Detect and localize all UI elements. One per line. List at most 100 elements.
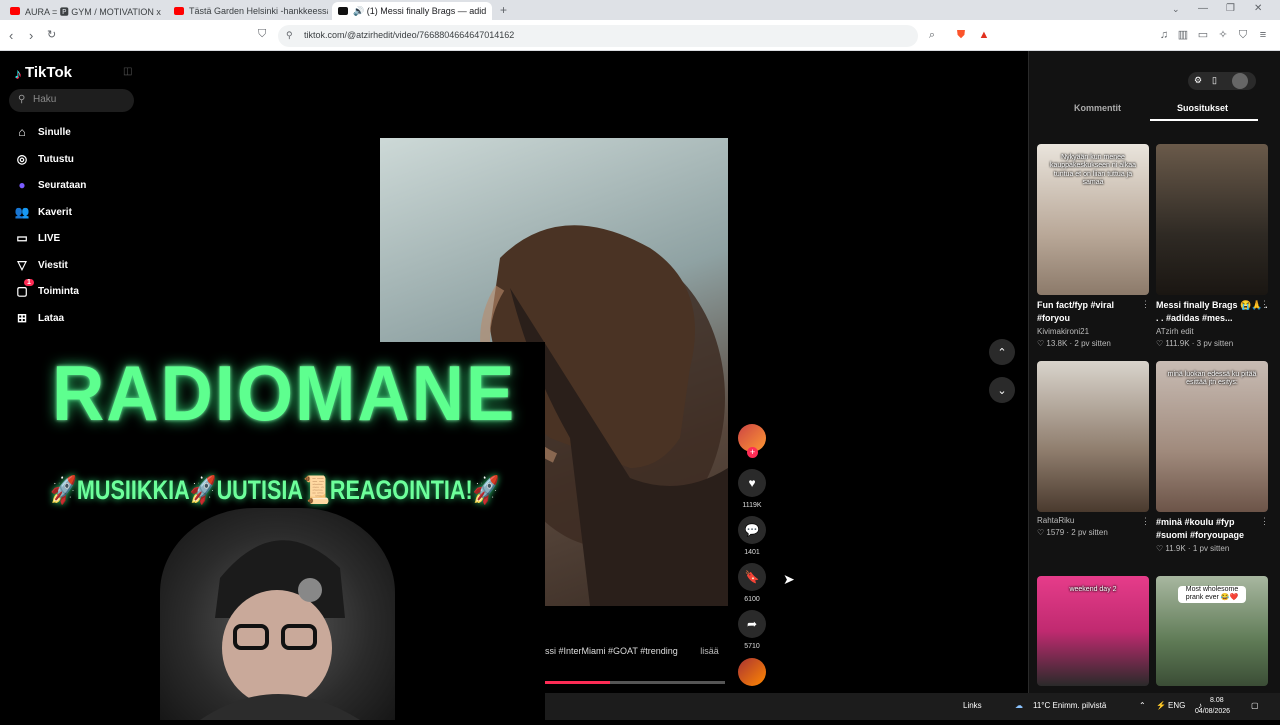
- more-options-icon[interactable]: ⋮: [1260, 299, 1269, 310]
- network-icon[interactable]: ⚡: [1156, 701, 1166, 710]
- brave-shield-icon[interactable]: ⛊: [955, 29, 967, 41]
- close-tab-icon[interactable]: ✕: [491, 6, 492, 17]
- search-icon: ⚲: [18, 94, 26, 105]
- more-options-icon[interactable]: ⋮: [1141, 299, 1150, 310]
- recommended-video-caption[interactable]: #minä #koulu #fyp #suomi #foryoupage: [1156, 516, 1268, 541]
- vpn-icon[interactable]: ⛉: [1237, 29, 1249, 41]
- recommended-video-thumbnail[interactable]: Most wholesome prank ever 😂❤️: [1156, 576, 1268, 686]
- extensions-icon[interactable]: ✧: [1217, 29, 1229, 41]
- back-icon[interactable]: ‹: [9, 28, 13, 43]
- site-info-icon[interactable]: ⚲: [286, 30, 293, 41]
- links-toolbar[interactable]: Links: [963, 701, 982, 710]
- previous-video-button[interactable]: ⌃: [989, 339, 1015, 365]
- recommended-video-thumbnail[interactable]: weekend day 2: [1037, 576, 1149, 686]
- tab-group-icon[interactable]: ▭: [1197, 29, 1209, 41]
- sidebar-item-label: Kaverit: [38, 206, 72, 218]
- settings-icon[interactable]: ⚙: [1194, 75, 1202, 86]
- next-video-button[interactable]: ⌄: [989, 377, 1015, 403]
- sidebar-item-label: LIVE: [38, 232, 61, 244]
- recommended-video-thumbnail[interactable]: Nykyään kun menee kauppakeskukseen ni al…: [1037, 144, 1149, 295]
- sidebar-item-lataa[interactable]: ⊞ Lataa: [14, 308, 64, 328]
- share-button[interactable]: ➦: [738, 610, 766, 638]
- sidebar-item-toiminta[interactable]: ▢ Toiminta 1: [14, 279, 79, 301]
- more-options-icon[interactable]: ⋮: [1141, 516, 1150, 527]
- following-avatar-icon: ●: [18, 178, 26, 192]
- browser-tab-active[interactable]: 🔊 (1) Messi finally Brags — adid ✕: [332, 2, 492, 20]
- caption-more-link[interactable]: lisää: [700, 646, 719, 656]
- sidebar-item-label: Viestit: [38, 259, 68, 271]
- language-indicator[interactable]: ENG: [1168, 701, 1185, 710]
- clock-date[interactable]: 04/08/2026: [1195, 708, 1230, 715]
- recommended-video-author[interactable]: ATzirh edit: [1156, 327, 1194, 336]
- more-options-icon[interactable]: ⋮: [1260, 516, 1269, 527]
- address-bar[interactable]: ⚲ tiktok.com/@atzirhedit/video/766880466…: [278, 25, 918, 47]
- recommended-video-author[interactable]: Kivimakironi21: [1037, 327, 1089, 336]
- music-disc-icon[interactable]: [738, 658, 766, 686]
- streamer-webcam: [160, 508, 395, 720]
- sidebar-item-tutustu[interactable]: ◎ Tutustu: [14, 149, 74, 169]
- close-window-icon[interactable]: ✕: [1254, 3, 1262, 14]
- recommended-video-thumbnail[interactable]: minä luokan edessä ku pitää esittää jtn …: [1156, 361, 1268, 512]
- like-count: 1119K: [742, 502, 762, 509]
- weather-text[interactable]: 11°C Enimm. pilvistä: [1033, 701, 1106, 710]
- search-input[interactable]: ⚲ Haku: [9, 89, 134, 112]
- like-button[interactable]: ♥: [738, 469, 766, 497]
- new-tab-button[interactable]: +: [500, 3, 507, 17]
- forward-icon[interactable]: ›: [29, 28, 33, 43]
- save-button[interactable]: 🔖: [738, 563, 766, 591]
- youtube-favicon-icon: [10, 7, 20, 15]
- collapse-sidebar-icon[interactable]: ◫: [123, 66, 132, 77]
- phone-icon[interactable]: ▯: [1212, 75, 1217, 86]
- recommended-video-author[interactable]: RahtaRiku: [1037, 516, 1074, 525]
- thumbnail-overlay-text: Nykyään kun menee kauppakeskukseen ni al…: [1049, 154, 1136, 187]
- brave-rewards-icon[interactable]: ▲: [978, 29, 990, 41]
- tab-recommendations[interactable]: Suositukset: [1177, 103, 1228, 113]
- tray-expand-icon[interactable]: ⌃: [1139, 701, 1146, 710]
- overlay-subtitle: 🚀MUSIIKKIA🚀UUTISIA📜REAGOINTIA!🚀: [50, 475, 500, 505]
- restore-icon[interactable]: ❐: [1226, 3, 1235, 14]
- thumbnail-overlay-text: weekend day 2: [1069, 586, 1117, 593]
- activity-icon: ▢: [16, 284, 28, 298]
- sidebar-item-viestit[interactable]: ▽ Viestit: [14, 255, 68, 275]
- recommended-video-stats: ♡ 1579 · 2 pv sitten: [1037, 528, 1108, 537]
- clock-time[interactable]: 8.08: [1210, 697, 1224, 704]
- messages-icon: ▽: [17, 258, 27, 272]
- recommended-video-caption[interactable]: Fun fact/fyp #viral #foryou: [1037, 299, 1149, 324]
- youtube-favicon-icon: [174, 7, 184, 15]
- comment-button[interactable]: 💬: [738, 516, 766, 544]
- bookmark-icon[interactable]: ⛉: [258, 28, 266, 41]
- recommended-video-thumbnail[interactable]: [1037, 361, 1149, 512]
- sidebar-item-sinulle[interactable]: ⌂ Sinulle: [14, 122, 70, 142]
- sidebar-icon[interactable]: ▥: [1177, 29, 1189, 41]
- profile-avatar[interactable]: [1232, 73, 1248, 89]
- sidebar-item-kaverit[interactable]: 👥 Kaverit: [14, 202, 72, 222]
- tab-search-icon[interactable]: ⌄: [1172, 4, 1180, 15]
- reload-icon[interactable]: ↻: [47, 28, 56, 41]
- follow-plus-icon[interactable]: +: [747, 447, 758, 458]
- tiktok-logo-text: TikTok: [25, 64, 72, 81]
- media-icon[interactable]: ♫: [1158, 29, 1170, 41]
- live-icon: ▭: [16, 231, 28, 245]
- zoom-icon[interactable]: ⌕: [926, 29, 938, 41]
- tab-title: 🔊 (1) Messi finally Brags — adid: [353, 5, 487, 16]
- tab-comments[interactable]: Kommentit: [1074, 103, 1121, 113]
- tab-title: Tästä Garden Helsinki -hankkeessa on: [189, 6, 328, 16]
- video-progress-bar[interactable]: [545, 681, 725, 684]
- recommended-video-caption[interactable]: Messi finally Brags 😭🙏 . . . #adidas #me…: [1156, 299, 1268, 324]
- browser-tab[interactable]: Tästä Garden Helsinki -hankkeessa on: [168, 2, 328, 20]
- tiktok-logo[interactable]: ♪ TikTok: [14, 64, 72, 81]
- notification-badge: 1: [24, 279, 34, 286]
- save-count: 6100: [744, 596, 760, 603]
- sidebar-item-live[interactable]: ▭ LIVE: [14, 228, 60, 248]
- url-text: tiktok.com/@atzirhedit/video/76688046646…: [304, 30, 515, 40]
- sidebar-item-seurataan[interactable]: ● Seurataan: [14, 175, 86, 195]
- browser-tab[interactable]: AURA = 🅿 GYM / MOTIVATION x Eb: [4, 2, 164, 20]
- recommended-video-stats: ♡ 13.8K · 2 pv sitten: [1037, 339, 1111, 348]
- thumbnail-overlay-text: Most wholesome prank ever 😂❤️: [1178, 586, 1246, 603]
- minimize-icon[interactable]: —: [1198, 3, 1208, 14]
- sidebar-item-label: Lataa: [38, 312, 65, 324]
- notification-icon[interactable]: ▢: [1251, 701, 1259, 710]
- chevron-up-icon: ⌃: [997, 346, 1007, 359]
- recommended-video-thumbnail[interactable]: [1156, 144, 1268, 295]
- menu-icon[interactable]: ≡: [1257, 29, 1269, 41]
